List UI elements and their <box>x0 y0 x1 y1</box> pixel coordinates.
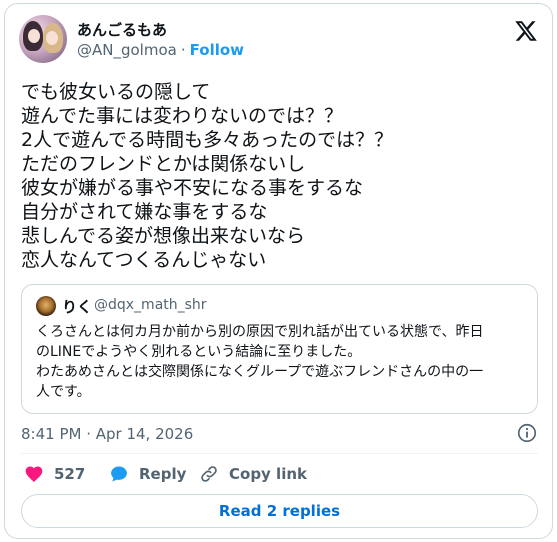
quoted-author-handle: @dqx_math_shr <box>94 297 207 313</box>
quoted-tweet-text: くろさんとは何カ月か前から別の原因で別れ話が出ている状態で、昨日 のLINEでよ… <box>36 322 528 402</box>
link-icon <box>201 466 217 482</box>
author-avatar[interactable] <box>19 15 67 63</box>
separator-dot: · <box>180 41 186 59</box>
quoted-line: のLINEでようやく別れるという結論に至りました。 <box>36 344 362 360</box>
tweet-line: 悲しんでる姿が想像出来ないなら <box>21 225 306 247</box>
quoted-line: わたあめさんとは交際関係になくグループで遊ぶフレンドさんの中の一 <box>36 364 484 380</box>
heart-icon <box>25 466 43 482</box>
quoted-line: 人です。 <box>36 384 91 400</box>
tweet-line: ただのフレンドとかは関係ないし <box>21 153 306 175</box>
like-count: 527 <box>54 465 86 483</box>
follow-button[interactable]: Follow <box>190 41 244 59</box>
tweet-header: あんごるもあ @AN_golmoa · Follow <box>19 15 539 65</box>
quoted-author-name: りく <box>62 298 93 316</box>
info-icon[interactable] <box>516 422 538 444</box>
author-handle-row: @AN_golmoa · Follow <box>77 41 244 59</box>
author-handle[interactable]: @AN_golmoa <box>77 41 177 59</box>
reply-bubble-icon <box>111 466 127 482</box>
tweet-line: 2人で遊んでる時間も多々あったのでは？？ <box>21 129 394 151</box>
tweet-line: 彼女が嫌がる事や不安になる事をするな <box>21 177 364 199</box>
quoted-author-avatar <box>36 296 56 316</box>
reply-button[interactable]: Reply <box>109 459 186 489</box>
divider <box>21 453 538 454</box>
author-display-name[interactable]: あんごるもあ <box>77 19 167 40</box>
tweet-line: でも彼女いるの隠して <box>21 81 211 103</box>
quoted-tweet[interactable]: りく @dqx_math_shr くろさんとは何カ月か前から別の原因で別れ話が出… <box>21 284 538 414</box>
read-replies-button[interactable]: Read 2 replies <box>21 494 538 528</box>
copy-link-label: Copy link <box>229 465 307 483</box>
copy-link-button[interactable]: Copy link <box>199 459 307 489</box>
x-logo-icon[interactable] <box>513 19 539 43</box>
tweet-text: でも彼女いるの隠して 遊んでた事には変わりないのでは？？ 2人で遊んでる時間も多… <box>21 80 541 272</box>
tweet-timestamp[interactable]: 8:41 PM · Apr 14, 2026 <box>21 425 193 443</box>
action-bar: 527 Reply Copy link <box>21 459 538 489</box>
reply-label: Reply <box>139 465 187 483</box>
like-button[interactable]: 527 <box>24 459 85 489</box>
tweet-line: 恋人なんてつくるんじゃない <box>21 249 267 271</box>
quoted-line: くろさんとは何カ月か前から別の原因で別れ話が出ている状態で、昨日 <box>36 324 484 340</box>
tweet-card: あんごるもあ @AN_golmoa · Follow でも彼女いるの隠して 遊んでた… <box>4 3 553 539</box>
tweet-line: 自分がされて嫌な事をするな <box>21 201 268 223</box>
tweet-line: 遊んでた事には変わりないのでは？？ <box>21 105 344 127</box>
